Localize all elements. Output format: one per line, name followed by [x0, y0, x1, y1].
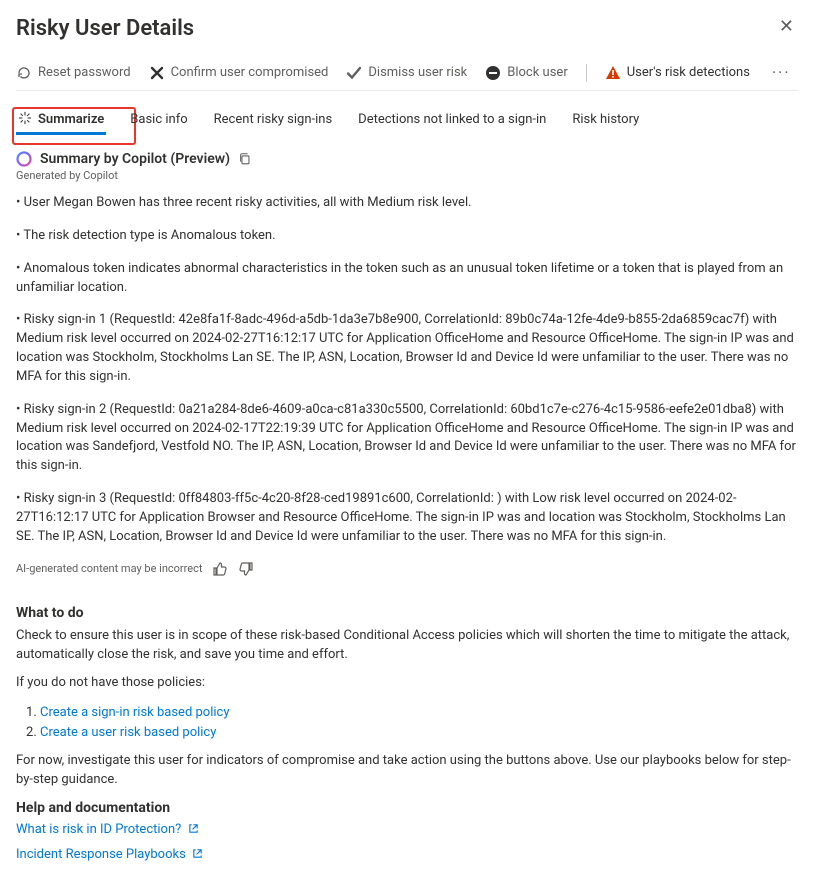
- dismiss-risk-button[interactable]: Dismiss user risk: [346, 65, 467, 81]
- summary-bullet: • Risky sign-in 2 (RequestId: 0a21a284-8…: [16, 401, 798, 476]
- risk-detections-button[interactable]: User's risk detections: [605, 65, 750, 81]
- toolbar: Reset password Confirm user compromised …: [16, 57, 798, 91]
- what-to-do-p2: If you do not have those policies:: [16, 674, 798, 693]
- what-is-risk-link[interactable]: What is risk in ID Protection?: [16, 822, 199, 837]
- summary-bullet: • Anomalous token indicates abnormal cha…: [16, 260, 798, 298]
- thumbs-down-icon[interactable]: [238, 561, 254, 577]
- what-to-do-p3: For now, investigate this user for indic…: [16, 752, 798, 790]
- generated-by-label: Generated by Copilot: [16, 169, 798, 182]
- tab-recent-signins[interactable]: Recent risky sign-ins: [212, 106, 335, 133]
- what-to-do-p1: Check to ensure this user is in scope of…: [16, 627, 798, 665]
- sparkle-icon: [18, 111, 32, 125]
- policy-list: Create a sign-in risk based policy Creat…: [40, 703, 798, 742]
- warning-icon: [605, 65, 621, 81]
- what-is-risk-label: What is risk in ID Protection?: [16, 822, 181, 837]
- summary-bullet: • Risky sign-in 3 (RequestId: 0ff84803-f…: [16, 490, 798, 547]
- tab-summarize[interactable]: Summarize: [16, 105, 106, 133]
- x-icon: [149, 65, 165, 81]
- tab-risk-history[interactable]: Risk history: [570, 106, 641, 133]
- refresh-icon: [16, 65, 32, 81]
- block-user-button[interactable]: Block user: [485, 65, 567, 81]
- page-title: Risky User Details: [16, 16, 194, 41]
- summary-bullet: • The risk detection type is Anomalous t…: [16, 227, 798, 246]
- summary-bullet: • User Megan Bowen has three recent risk…: [16, 194, 798, 213]
- create-user-risk-policy-link[interactable]: Create a user risk based policy: [40, 725, 216, 740]
- incident-playbooks-label: Incident Response Playbooks: [16, 847, 186, 862]
- copy-icon[interactable]: [238, 152, 252, 166]
- external-link-icon: [192, 848, 203, 859]
- external-link-icon: [188, 823, 199, 834]
- close-icon[interactable]: ✕: [775, 16, 798, 37]
- tab-summarize-label: Summarize: [38, 112, 104, 127]
- block-user-label: Block user: [507, 65, 567, 80]
- thumbs-up-icon[interactable]: [212, 561, 228, 577]
- summary-title: Summary by Copilot (Preview): [40, 151, 230, 167]
- help-heading: Help and documentation: [16, 800, 798, 816]
- reset-password-button[interactable]: Reset password: [16, 65, 131, 81]
- incident-playbooks-link[interactable]: Incident Response Playbooks: [16, 847, 203, 862]
- reset-password-label: Reset password: [38, 65, 131, 80]
- tab-detections-not-linked[interactable]: Detections not linked to a sign-in: [356, 106, 548, 133]
- tab-basic-info[interactable]: Basic info: [128, 106, 189, 133]
- dismiss-risk-label: Dismiss user risk: [368, 65, 467, 80]
- confirm-compromised-label: Confirm user compromised: [171, 65, 329, 80]
- copilot-icon: [16, 151, 32, 167]
- summary-body: • User Megan Bowen has three recent risk…: [16, 194, 798, 547]
- check-icon: [346, 65, 362, 81]
- ai-disclaimer: AI-generated content may be incorrect: [16, 562, 202, 575]
- create-signin-risk-policy-link[interactable]: Create a sign-in risk based policy: [40, 705, 230, 720]
- what-to-do-heading: What to do: [16, 605, 798, 621]
- tabs: Summarize Basic info Recent risky sign-i…: [16, 105, 798, 133]
- more-icon[interactable]: ···: [768, 63, 795, 82]
- summary-bullet: • Risky sign-in 1 (RequestId: 42e8fa1f-8…: [16, 311, 798, 386]
- confirm-compromised-button[interactable]: Confirm user compromised: [149, 65, 329, 81]
- risk-detections-label: User's risk detections: [627, 65, 750, 80]
- divider: [586, 64, 587, 82]
- block-icon: [485, 65, 501, 81]
